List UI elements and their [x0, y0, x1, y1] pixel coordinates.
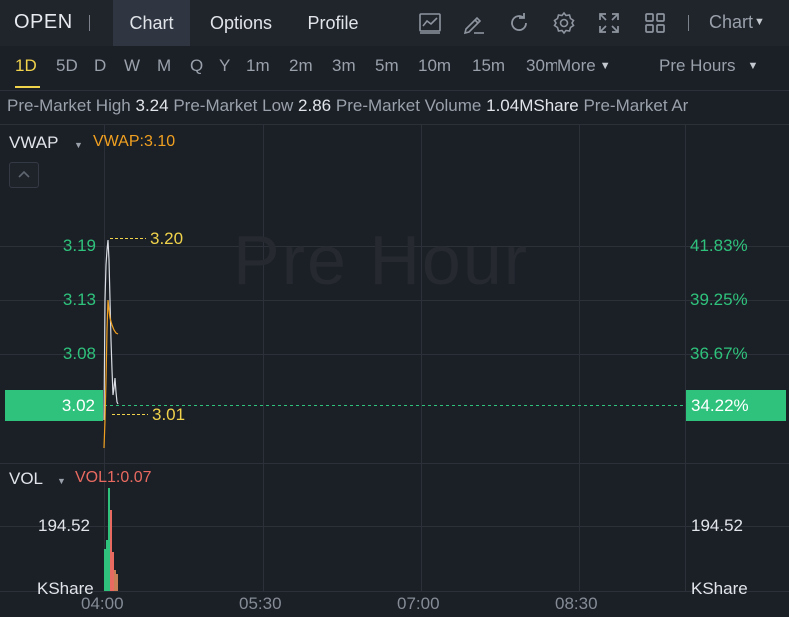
y-axis-label: 3.08 [62, 344, 96, 363]
volume-axis-label: 194.52 [38, 516, 90, 535]
price-chart [0, 124, 789, 592]
chevron-up-icon [18, 170, 30, 178]
indicator-dropdown-icon[interactable]: ▼ [74, 140, 83, 150]
x-axis-label: 07:00 [397, 594, 440, 613]
session-watermark: Pre Hour [233, 221, 530, 299]
indicator-name[interactable]: VWAP [9, 133, 58, 153]
y-axis-label: 3.13 [62, 290, 96, 309]
high-marker-label: 3.20 [150, 229, 184, 248]
y-axis-percent-label: 36.67% [690, 344, 748, 363]
volume-unit-label: KShare [691, 579, 748, 598]
volume-value: VOL1:0.07 [75, 469, 152, 486]
x-axis-label: 05:30 [239, 594, 282, 613]
vwap-line [103, 299, 119, 449]
y-axis-percent-label: 39.25% [690, 290, 748, 309]
x-axis-label: 08:30 [555, 594, 598, 613]
y-axis-percent-label: 41.83% [690, 236, 748, 255]
volume-axis-label: 194.52 [691, 516, 743, 535]
collapse-button[interactable] [9, 162, 39, 188]
chart-grid [0, 124, 789, 592]
volume-indicator-name[interactable]: VOL [9, 469, 43, 489]
low-marker-label: 3.01 [152, 405, 186, 424]
x-axis-label: 04:00 [81, 594, 124, 613]
current-price-tag: 3.02 [5, 390, 103, 421]
indicator-dropdown-icon[interactable]: ▼ [57, 476, 66, 486]
vwap-value: VWAP:3.10 [93, 133, 176, 150]
y-axis-label: 3.19 [62, 236, 96, 255]
volume-bars [104, 488, 118, 591]
current-percent-tag: 34.22% [686, 390, 786, 421]
